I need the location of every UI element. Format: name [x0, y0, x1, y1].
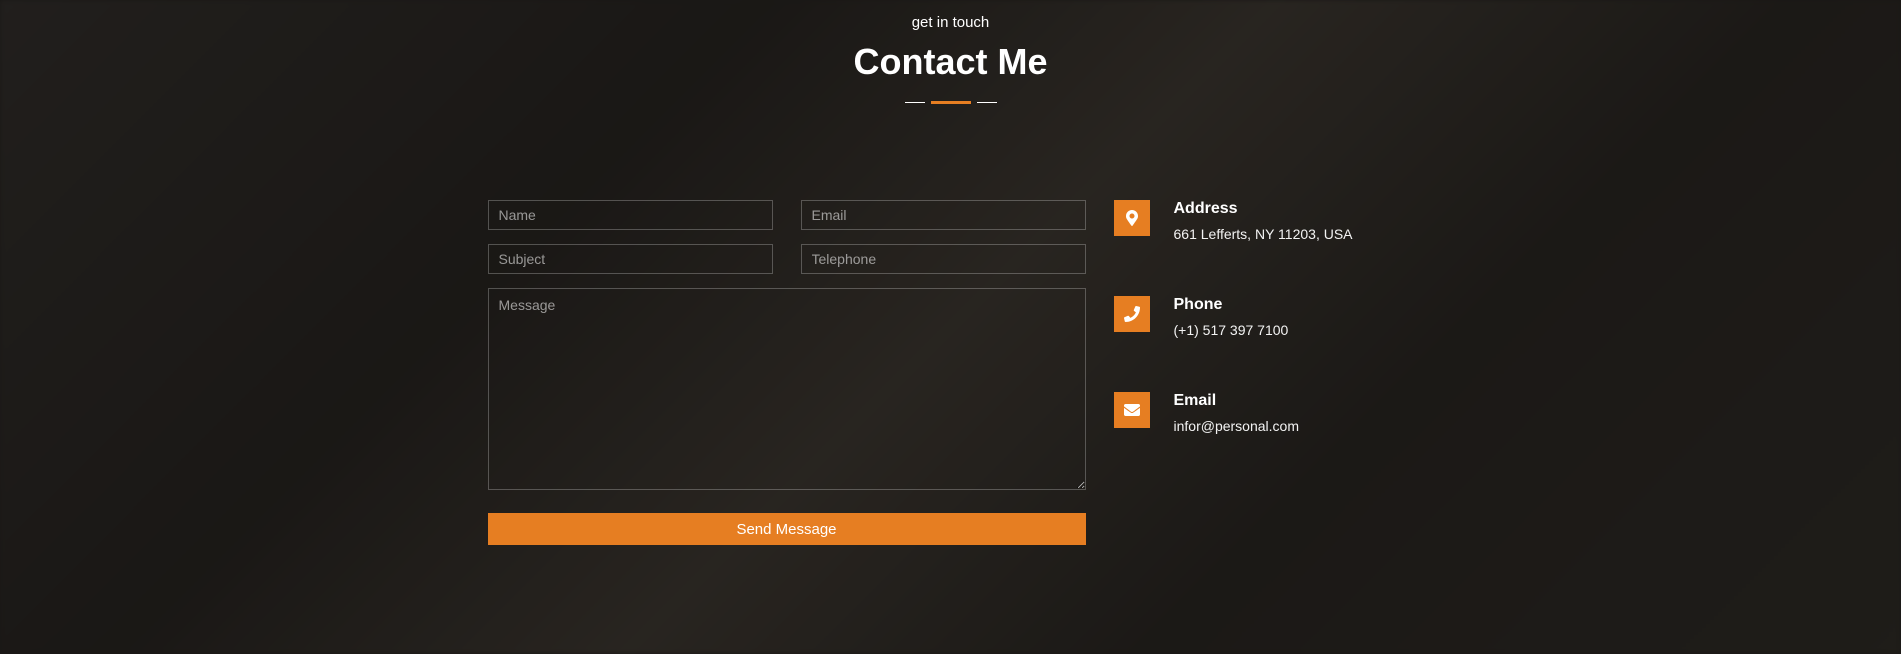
- subject-input[interactable]: [488, 244, 773, 274]
- phone-icon: [1114, 296, 1150, 332]
- email-value: infor@personal.com: [1174, 418, 1300, 434]
- section-subtitle: get in touch: [0, 14, 1901, 31]
- email-label: Email: [1174, 392, 1300, 410]
- section-header: get in touch Contact Me: [0, 14, 1901, 104]
- map-pin-icon: [1114, 200, 1150, 236]
- address-label: Address: [1174, 200, 1353, 218]
- name-input[interactable]: [488, 200, 773, 230]
- message-textarea[interactable]: [488, 288, 1086, 490]
- email-item: Email infor@personal.com: [1114, 392, 1414, 434]
- envelope-icon: [1114, 392, 1150, 428]
- phone-item: Phone (+1) 517 397 7100: [1114, 296, 1414, 338]
- contact-info: Address 661 Lefferts, NY 11203, USA Phon…: [1114, 200, 1414, 545]
- section-title: Contact Me: [0, 41, 1901, 83]
- address-item: Address 661 Lefferts, NY 11203, USA: [1114, 200, 1414, 242]
- phone-value: (+1) 517 397 7100: [1174, 322, 1289, 338]
- address-value: 661 Lefferts, NY 11203, USA: [1174, 226, 1353, 242]
- phone-label: Phone: [1174, 296, 1289, 314]
- telephone-input[interactable]: [801, 244, 1086, 274]
- title-divider: [0, 101, 1901, 104]
- email-input[interactable]: [801, 200, 1086, 230]
- send-message-button[interactable]: Send Message: [488, 513, 1086, 545]
- contact-form: Send Message: [488, 200, 1086, 545]
